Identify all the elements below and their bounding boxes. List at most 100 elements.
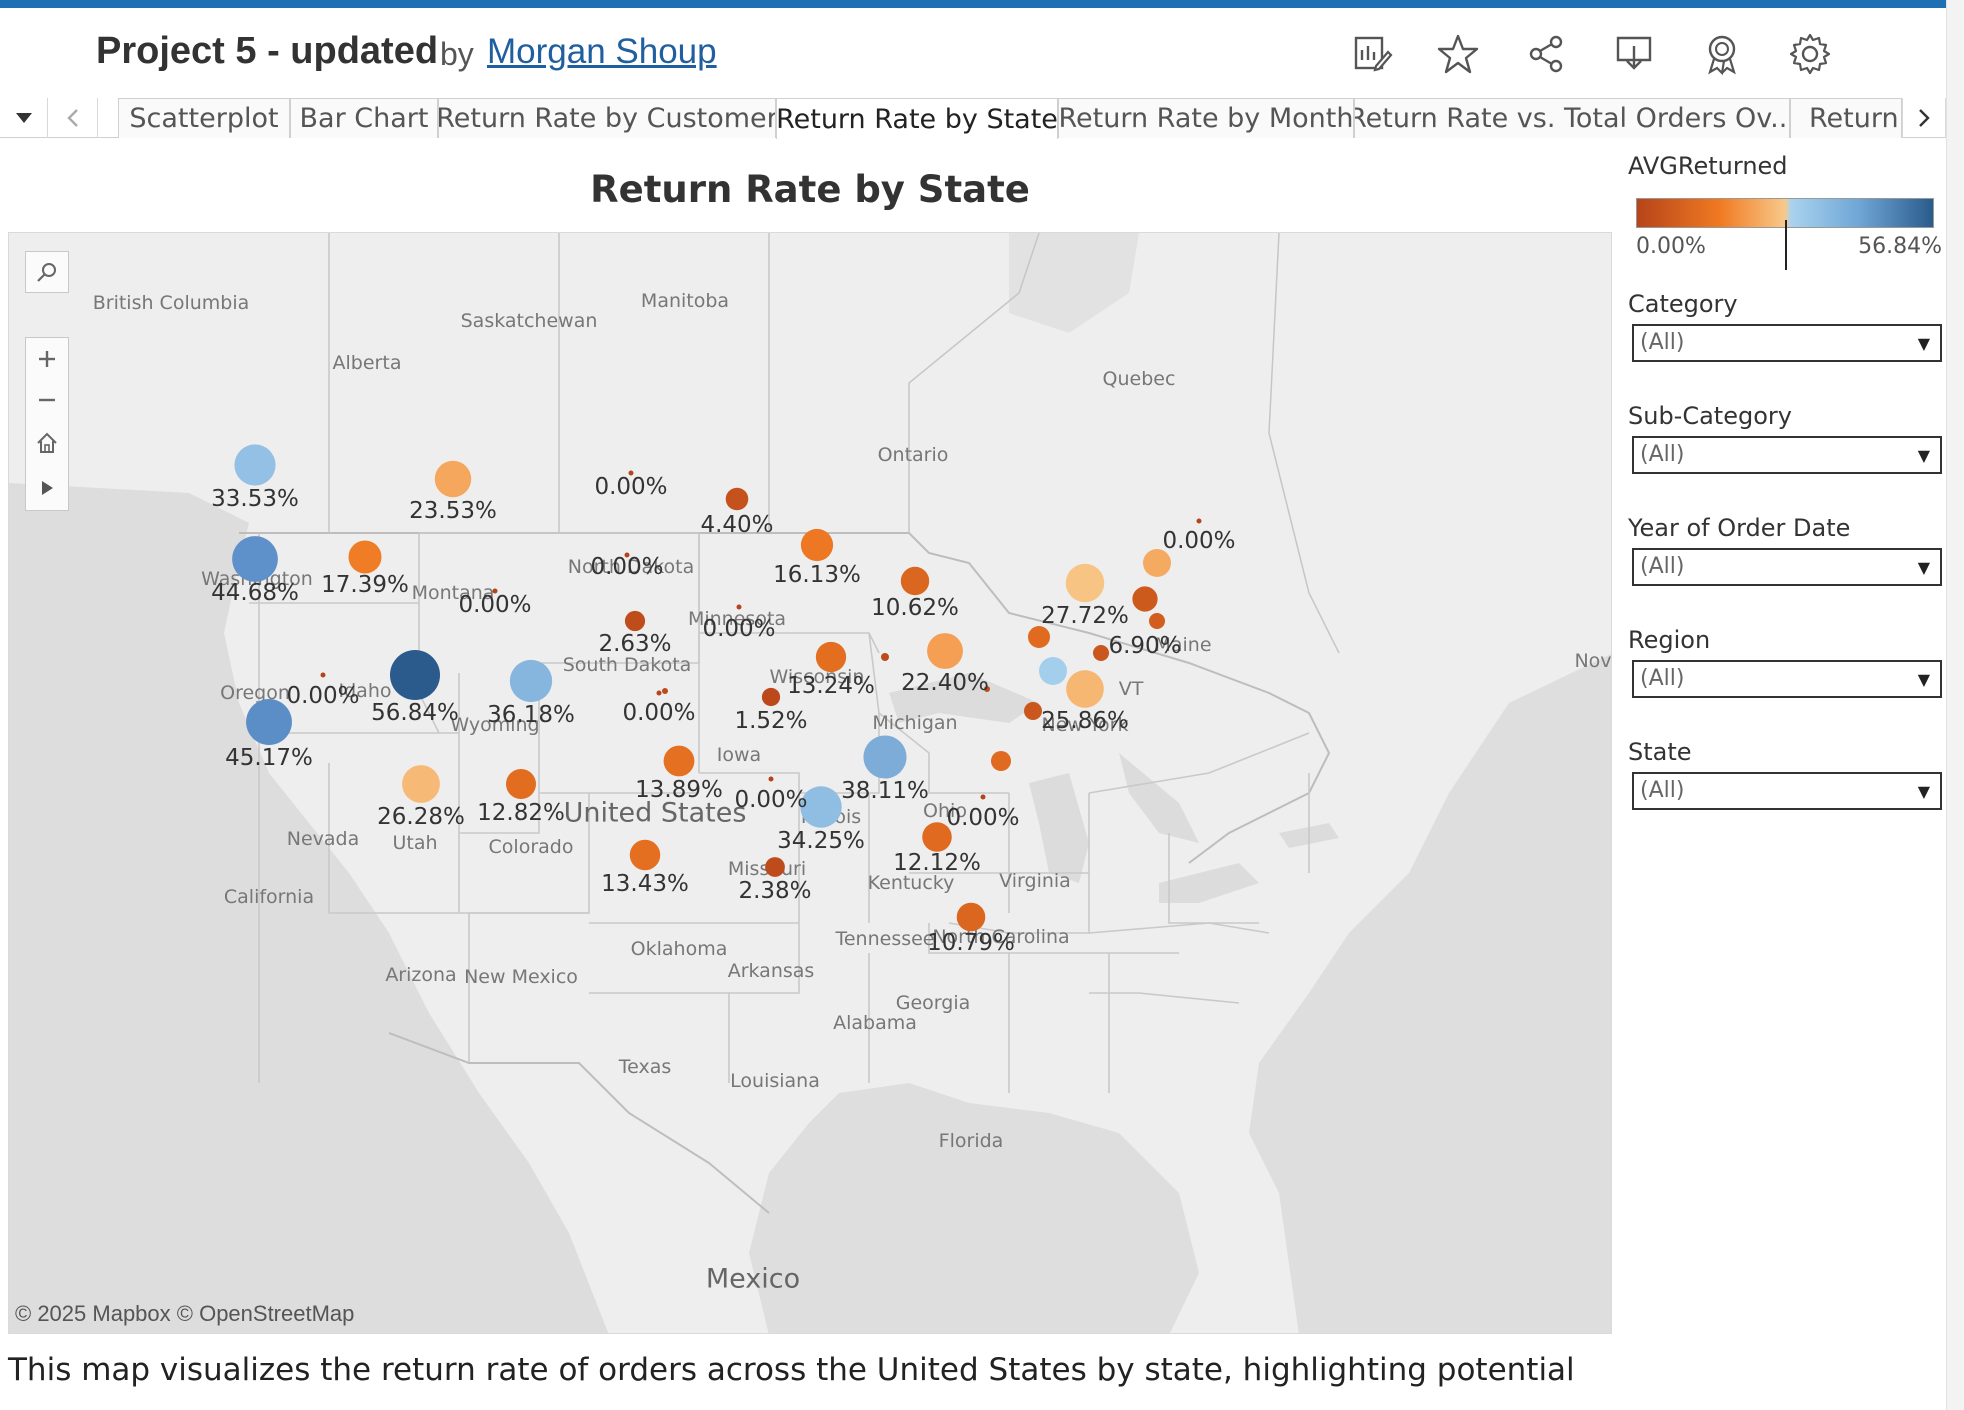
state-mark[interactable]	[980, 794, 986, 800]
legend-marker	[1785, 220, 1787, 270]
state-mark[interactable]	[1196, 518, 1202, 524]
state-value-label: 13.43%	[601, 871, 689, 897]
state-mark[interactable]	[663, 745, 695, 777]
filter-category: Category (All) ▼	[1628, 290, 1946, 362]
star-icon[interactable]	[1436, 32, 1480, 76]
filter-sub-category: Sub-Category (All) ▼	[1628, 402, 1946, 474]
workbook-title: Project 5 - updated	[96, 30, 439, 72]
state-mark[interactable]	[629, 839, 661, 871]
chevron-left-icon	[66, 109, 78, 127]
state-mark[interactable]	[656, 690, 662, 696]
state-mark[interactable]	[815, 641, 847, 673]
state-mark[interactable]	[434, 460, 472, 498]
state-mark[interactable]	[1093, 645, 1109, 661]
by-label: by	[440, 36, 474, 72]
state-mark[interactable]	[1066, 670, 1104, 708]
download-icon[interactable]	[1612, 32, 1656, 76]
tab-return-rate-vs-total-orders[interactable]: Return Rate vs. Total Orders Ov...	[1354, 98, 1790, 138]
category-dropdown[interactable]: (All) ▼	[1632, 324, 1942, 362]
state-mark[interactable]	[348, 540, 382, 574]
state-value-label: 10.62%	[871, 595, 959, 621]
state-mark[interactable]	[761, 687, 781, 707]
state-mark[interactable]	[991, 751, 1011, 771]
state-value-label: 26.28%	[377, 804, 465, 830]
view-data-icon[interactable]	[1350, 32, 1394, 76]
state-dropdown[interactable]: (All) ▼	[1632, 772, 1942, 810]
state-value-label: 13.89%	[635, 777, 723, 803]
author-link[interactable]: Morgan Shoup	[487, 32, 717, 72]
tab-bar-chart[interactable]: Bar Chart	[290, 98, 438, 138]
page-scrollbar[interactable]	[1946, 0, 1964, 1410]
state-mark[interactable]	[1024, 702, 1042, 720]
state-mark[interactable]	[881, 653, 889, 661]
filter-label: State	[1628, 738, 1692, 766]
caret-down-icon: ▼	[1917, 670, 1930, 689]
state-mark[interactable]	[402, 765, 440, 803]
state-mark[interactable]	[234, 444, 276, 486]
state-mark[interactable]	[246, 699, 292, 745]
state-mark[interactable]	[1132, 586, 1158, 612]
state-value-label: 0.00%	[458, 592, 532, 618]
share-icon[interactable]	[1524, 32, 1568, 76]
state-value-label: 10.79%	[927, 930, 1015, 956]
viz-title: Return Rate by State	[590, 168, 1030, 211]
gear-icon[interactable]	[1788, 32, 1832, 76]
state-value-label: 12.82%	[477, 800, 565, 826]
tab-return-rate-by-state[interactable]: Return Rate by State	[776, 98, 1058, 139]
state-value-label: 33.53%	[211, 486, 299, 512]
state-mark[interactable]	[736, 604, 742, 610]
tab-return-truncated[interactable]: Return I	[1790, 98, 1902, 138]
state-value-label: 44.68%	[211, 580, 299, 606]
tab-return-rate-by-customer[interactable]: Return Rate by Customer	[438, 98, 776, 138]
filter-label: Sub-Category	[1628, 402, 1792, 430]
state-value-label: 2.38%	[738, 878, 812, 904]
legend-min: 0.00%	[1636, 234, 1706, 259]
filter-value: (All)	[1640, 666, 1685, 691]
state-mark[interactable]	[624, 610, 646, 632]
state-mark[interactable]	[1039, 657, 1067, 685]
region-dropdown[interactable]: (All) ▼	[1632, 660, 1942, 698]
state-mark[interactable]	[1028, 626, 1050, 648]
caret-down-icon: ▼	[1917, 446, 1930, 465]
state-mark[interactable]	[390, 650, 440, 700]
state-mark[interactable]	[509, 659, 553, 703]
state-value-label: 6.90%	[1108, 633, 1182, 659]
state-mark[interactable]	[662, 688, 668, 694]
filter-label: Year of Order Date	[1628, 514, 1851, 542]
state-mark[interactable]	[725, 487, 749, 511]
state-mark[interactable]	[956, 902, 986, 932]
filter-year: Year of Order Date (All) ▼	[1628, 514, 1946, 586]
state-mark[interactable]	[320, 672, 326, 678]
tab-scroll-left[interactable]	[48, 98, 98, 138]
tab-scroll-right[interactable]	[1902, 98, 1946, 138]
state-mark[interactable]	[232, 536, 278, 582]
data-marks-layer	[232, 444, 1202, 932]
state-mark[interactable]	[1149, 613, 1165, 629]
chevron-right-icon	[1919, 109, 1930, 127]
top-accent-bar	[0, 0, 1964, 8]
sub-category-dropdown[interactable]: (All) ▼	[1632, 436, 1942, 474]
legend-max: 56.84%	[1858, 234, 1942, 259]
state-mark[interactable]	[900, 566, 930, 596]
state-mark[interactable]	[863, 735, 907, 779]
state-mark[interactable]	[927, 633, 963, 669]
caret-down-icon: ▼	[1917, 558, 1930, 577]
year-dropdown[interactable]: (All) ▼	[1632, 548, 1942, 586]
state-value-label: 0.00%	[590, 554, 664, 580]
state-map[interactable]: British Columbia Alberta Saskatchewan Ma…	[8, 232, 1612, 1334]
tab-list-dropdown[interactable]	[0, 98, 48, 138]
state-mark[interactable]	[765, 857, 785, 877]
state-mark[interactable]	[768, 776, 774, 782]
state-value-label: 0.00%	[594, 474, 668, 500]
state-value-label: 45.17%	[225, 745, 313, 771]
state-value-label: 38.11%	[841, 778, 929, 804]
tab-return-rate-by-month[interactable]: Return Rate by Month	[1058, 98, 1354, 138]
state-value-label: 22.40%	[901, 670, 989, 696]
state-mark[interactable]	[505, 768, 537, 800]
state-mark[interactable]	[1065, 563, 1105, 603]
filter-value: (All)	[1640, 442, 1685, 467]
state-mark[interactable]	[800, 528, 834, 562]
badge-icon[interactable]	[1700, 32, 1744, 76]
tab-scatterplot[interactable]: Scatterplot	[118, 98, 290, 138]
state-value-label: 17.39%	[321, 572, 409, 598]
